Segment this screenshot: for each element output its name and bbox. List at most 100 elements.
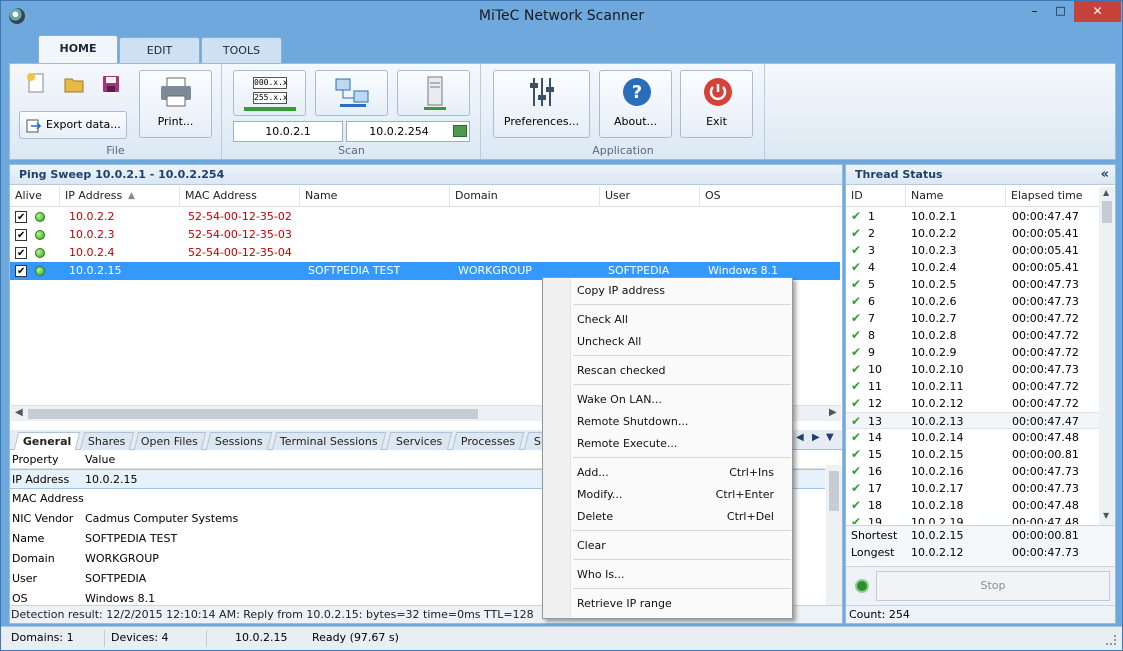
table-row[interactable]: 10.0.2.3 52-54-00-12-35-03: [10, 226, 840, 245]
table-row[interactable]: 10.0.2.4 52-54-00-12-35-04: [10, 244, 840, 263]
export-data-button[interactable]: Export data...: [19, 111, 127, 139]
save-disk-icon[interactable]: [96, 70, 126, 98]
tab-prev-icon[interactable]: ◀: [796, 432, 804, 443]
col-os[interactable]: OS: [700, 186, 840, 207]
scroll-left-icon[interactable]: ◀: [15, 407, 23, 418]
property-value: SOFTPEDIA TEST: [85, 532, 178, 545]
open-folder-icon[interactable]: [59, 70, 89, 98]
ip-range-button[interactable]: 000.x.x 255.x.x: [233, 70, 306, 116]
scroll-down-icon[interactable]: ▼: [1103, 511, 1109, 520]
thread-row[interactable]: ✔ 6 10.0.2.6 00:00:47.73: [846, 293, 1099, 310]
print-button[interactable]: Print...: [139, 70, 212, 138]
tab-shares[interactable]: Shares: [79, 432, 135, 450]
resize-grip-icon[interactable]: [1106, 635, 1116, 645]
thread-list: ✔ 1 10.0.2.1 00:00:47.47 ✔ 2 10.0.2.2 00:00:05…: [846, 208, 1099, 524]
tab-next-icon[interactable]: ▶: [812, 432, 820, 443]
thread-row[interactable]: ✔ 3 10.0.2.3 00:00:05.41: [846, 242, 1099, 259]
range-start-input[interactable]: 10.0.2.1: [233, 121, 343, 142]
menu-copy-ip[interactable]: Copy IP address: [577, 281, 782, 301]
tab-sessions[interactable]: Sessions: [205, 432, 273, 450]
thread-row-hover[interactable]: ✔ 13 10.0.2.13 00:00:47.47: [846, 412, 1099, 429]
thread-row[interactable]: ✔ 2 10.0.2.2 00:00:05.41: [846, 225, 1099, 242]
thread-row[interactable]: ✔ 18 10.0.2.18 00:00:47.48: [846, 497, 1099, 514]
tab-processes[interactable]: Processes: [451, 432, 525, 450]
thread-row[interactable]: ✔ 14 10.0.2.14 00:00:47.48: [846, 429, 1099, 446]
maximize-button[interactable]: □: [1047, 1, 1074, 22]
close-button[interactable]: ✕: [1074, 1, 1121, 22]
alive-checkbox[interactable]: [15, 263, 27, 281]
col-thread-name[interactable]: Name: [906, 186, 1006, 207]
menu-add[interactable]: Add... Ctrl+Ins: [577, 463, 782, 483]
thread-row[interactable]: ✔ 11 10.0.2.11 00:00:47.72: [846, 378, 1099, 395]
tab-services[interactable]: Services: [385, 432, 453, 450]
network-scan-button[interactable]: [315, 70, 388, 116]
menu-rescan-checked[interactable]: Rescan checked: [577, 361, 782, 381]
scroll-right-icon[interactable]: ▶: [829, 407, 837, 418]
details-vscroll[interactable]: [826, 465, 842, 605]
thread-row[interactable]: ✔ 19 10.0.2.19 00:00:47.48: [846, 514, 1099, 524]
thread-row[interactable]: ✔ 4 10.0.2.4 00:00:05.41: [846, 259, 1099, 276]
range-picker-icon[interactable]: [453, 125, 467, 137]
col-ip-address[interactable]: IP Address ▲: [60, 186, 180, 207]
tab-list-icon[interactable]: ▼: [826, 432, 834, 443]
thread-row[interactable]: ✔ 12 10.0.2.12 00:00:47.72: [846, 395, 1099, 412]
preferences-button[interactable]: Preferences...: [493, 70, 590, 138]
thread-row[interactable]: ✔ 15 10.0.2.15 00:00:00.81: [846, 446, 1099, 463]
thread-vscroll[interactable]: ▲ ▼: [1099, 187, 1115, 525]
tab-tools[interactable]: TOOLS: [201, 37, 282, 63]
col-name[interactable]: Name: [300, 186, 450, 207]
menu-modify-shortcut: Ctrl+Enter: [715, 488, 774, 501]
menu-wake-on-lan[interactable]: Wake On LAN...: [577, 390, 782, 410]
menu-clear[interactable]: Clear: [577, 536, 782, 556]
new-file-icon[interactable]: [21, 70, 51, 98]
alive-checkbox[interactable]: [15, 245, 27, 263]
thread-row[interactable]: ✔ 7 10.0.2.7 00:00:47.72: [846, 310, 1099, 327]
tab-general[interactable]: General: [13, 432, 81, 450]
col-mac-address[interactable]: MAC Address: [180, 186, 300, 207]
menu-remote-execute[interactable]: Remote Execute...: [577, 434, 782, 454]
thread-id: 18: [868, 499, 882, 512]
alive-checkbox[interactable]: [15, 209, 27, 227]
col-id[interactable]: ID: [846, 186, 906, 207]
range-end-input[interactable]: 10.0.2.254: [346, 121, 470, 142]
file-group: Export data... Print... File: [10, 64, 222, 159]
stop-button[interactable]: Stop: [876, 571, 1110, 601]
tab-edit[interactable]: EDIT: [119, 37, 200, 63]
menu-retrieve-ip-range[interactable]: Retrieve IP range: [577, 594, 782, 614]
thread-row[interactable]: ✔ 8 10.0.2.8 00:00:47.72: [846, 327, 1099, 344]
title-bar: MiTeC Network Scanner – □ ✕: [1, 1, 1122, 31]
thread-row[interactable]: ✔ 16 10.0.2.16 00:00:47.73: [846, 463, 1099, 480]
tab-open-files[interactable]: Open Files: [133, 432, 207, 450]
server-scan-button[interactable]: [397, 70, 470, 116]
table-row[interactable]: 10.0.2.2 52-54-00-12-35-02: [10, 208, 840, 227]
thread-row[interactable]: ✔ 9 10.0.2.9 00:00:47.72: [846, 344, 1099, 361]
vscroll-thumb[interactable]: [829, 471, 839, 511]
col-user[interactable]: User: [600, 186, 700, 207]
tab-terminal-sessions[interactable]: Terminal Sessions: [271, 432, 387, 450]
ok-check-icon: ✔: [851, 362, 862, 376]
hscroll-thumb[interactable]: [28, 409, 478, 419]
vscroll-thumb[interactable]: [1102, 201, 1112, 223]
thread-row[interactable]: ✔ 10 10.0.2.10 00:00:47.73: [846, 361, 1099, 378]
thread-id: 16: [868, 465, 882, 478]
menu-check-all[interactable]: Check All: [577, 310, 782, 330]
thread-row[interactable]: ✔ 5 10.0.2.5 00:00:47.73: [846, 276, 1099, 293]
menu-uncheck-all[interactable]: Uncheck All: [577, 332, 782, 352]
menu-separator: [573, 384, 791, 385]
col-domain[interactable]: Domain: [450, 186, 600, 207]
exit-button[interactable]: Exit: [680, 70, 753, 138]
thread-row[interactable]: ✔ 17 10.0.2.17 00:00:47.73: [846, 480, 1099, 497]
scroll-up-icon[interactable]: ▲: [1103, 188, 1109, 197]
col-elapsed[interactable]: Elapsed time: [1006, 186, 1099, 207]
collapse-icon[interactable]: «: [1101, 165, 1109, 184]
alive-checkbox[interactable]: [15, 227, 27, 245]
menu-delete[interactable]: Delete Ctrl+Del: [577, 507, 782, 527]
menu-modify[interactable]: Modify... Ctrl+Enter: [577, 485, 782, 505]
thread-row[interactable]: ✔ 1 10.0.2.1 00:00:47.47: [846, 208, 1099, 225]
minimize-button[interactable]: –: [1021, 1, 1048, 22]
menu-remote-shutdown[interactable]: Remote Shutdown...: [577, 412, 782, 432]
col-alive[interactable]: Alive: [10, 186, 60, 207]
menu-who-is[interactable]: Who Is...: [577, 565, 782, 585]
about-button[interactable]: ? About...: [599, 70, 672, 138]
tab-home[interactable]: HOME: [38, 35, 118, 63]
